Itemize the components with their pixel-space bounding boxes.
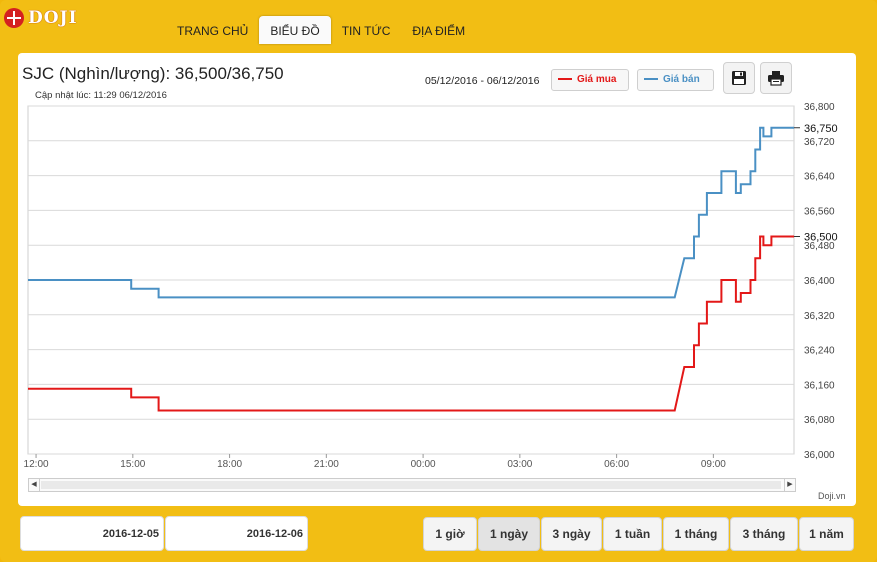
doji-logo-icon: [4, 8, 24, 28]
range-1-year-button[interactable]: 1 năm: [799, 517, 854, 551]
brand-name: DOJI: [28, 8, 78, 28]
nav-item-chart[interactable]: BIỂU ĐỒ: [259, 16, 331, 44]
scroll-left-icon[interactable]: ◀: [29, 479, 40, 491]
chart-panel: [18, 53, 856, 506]
page-title: SJC (Nghìn/lượng): 36,500/36,750: [22, 64, 284, 83]
nav-item-news[interactable]: TIN TỨC: [331, 16, 402, 44]
range-1-day-button[interactable]: 1 ngày: [478, 517, 540, 551]
sell-line-swatch-icon: [644, 78, 658, 81]
credit-link[interactable]: Doji.vn: [818, 491, 846, 501]
nav-item-locations[interactable]: ĐỊA ĐIỂM: [401, 16, 476, 44]
buy-line-swatch-icon: [558, 78, 572, 81]
range-1-hour-button[interactable]: 1 giờ: [423, 517, 477, 551]
legend-sell-label: Giá bán: [663, 74, 700, 85]
from-date-field[interactable]: 2016-12-05: [20, 516, 164, 551]
range-1-week-button[interactable]: 1 tuần: [603, 517, 662, 551]
save-icon: [732, 71, 746, 85]
scroll-right-icon[interactable]: ▶: [784, 479, 795, 491]
to-date-value: 2016-12-06: [246, 528, 303, 540]
scroll-thumb[interactable]: [41, 481, 781, 489]
legend-sell-toggle[interactable]: Giá bán: [637, 69, 714, 91]
brand-logo[interactable]: DOJI: [4, 8, 78, 28]
updated-timestamp: Cập nhật lúc: 11:29 06/12/2016: [35, 90, 167, 101]
from-date-value: 2016-12-05: [102, 528, 159, 540]
date-range: 05/12/2016 - 06/12/2016: [425, 75, 540, 87]
range-3-months-button[interactable]: 3 tháng: [730, 517, 798, 551]
chart-scrollbar[interactable]: ◀ ▶: [28, 478, 796, 492]
range-3-days-button[interactable]: 3 ngày: [541, 517, 602, 551]
to-date-field[interactable]: 2016-12-06: [165, 516, 308, 551]
nav-item-home[interactable]: TRANG CHỦ: [166, 16, 259, 44]
print-button[interactable]: [760, 62, 792, 94]
print-icon: [768, 71, 784, 86]
range-1-month-button[interactable]: 1 tháng: [663, 517, 729, 551]
legend-buy-label: Giá mua: [577, 74, 617, 85]
save-button[interactable]: [723, 62, 755, 94]
legend-buy-toggle[interactable]: Giá mua: [551, 69, 629, 91]
main-nav: TRANG CHỦ BIỂU ĐỒ TIN TỨC ĐỊA ĐIỂM: [166, 16, 476, 44]
